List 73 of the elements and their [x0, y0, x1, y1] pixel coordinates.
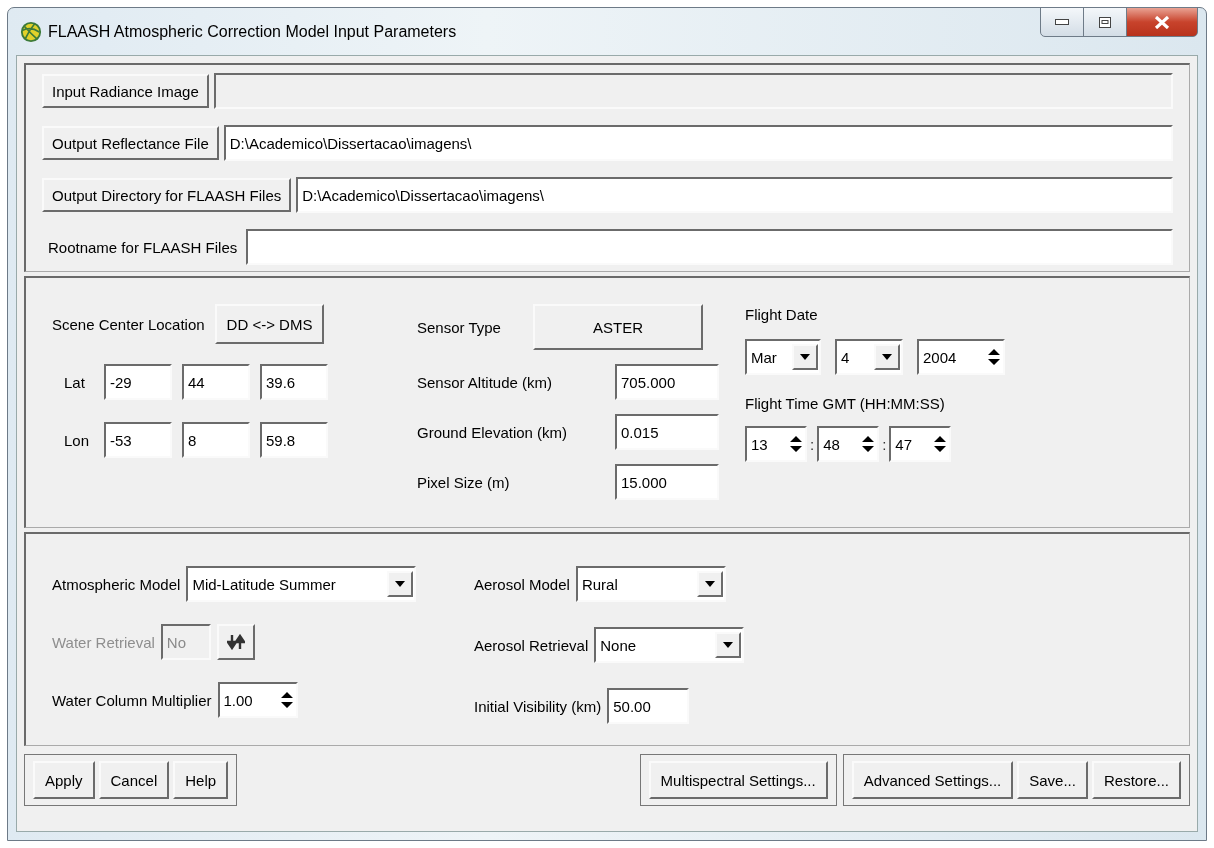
time-spinner[interactable]: 47: [889, 426, 952, 462]
field-label: Water Retrieval: [52, 633, 155, 651]
field-label: Scene Center Location: [52, 315, 205, 333]
field-label: Aerosol Retrieval: [474, 636, 589, 654]
number-field[interactable]: 0.015: [615, 414, 719, 450]
close-icon: [1154, 15, 1170, 29]
field-label: Sensor Type: [417, 318, 502, 336]
time-spinner[interactable]: 48: [817, 426, 880, 462]
coordinate-field[interactable]: 39.6: [260, 364, 328, 400]
time-separator: :: [810, 435, 815, 453]
field-label: Flight Date: [745, 306, 819, 323]
caret-icon[interactable]: [792, 344, 818, 370]
action-button[interactable]: Advanced Settings...: [851, 761, 1014, 799]
multiplier-spinner[interactable]: 1.00: [217, 682, 298, 718]
caret-icon[interactable]: [696, 571, 723, 597]
time-spinner[interactable]: 13: [745, 426, 807, 462]
minimize-icon: [1055, 19, 1069, 25]
number-field[interactable]: 705.000: [615, 364, 719, 400]
action-button[interactable]: Cancel: [98, 761, 170, 799]
month-dropdown[interactable]: Mar: [745, 339, 821, 375]
format-toggle-button[interactable]: DD <-> DMS: [214, 304, 325, 344]
action-button[interactable]: Restore...: [1091, 761, 1181, 799]
field-label: Lon: [64, 431, 91, 449]
coordinate-field[interactable]: -53: [104, 422, 172, 458]
coordinate-field[interactable]: 8: [182, 422, 250, 458]
spin-arrows-icon[interactable]: [933, 434, 948, 454]
coordinate-field[interactable]: -29: [104, 364, 172, 400]
toggle-field: No: [160, 624, 211, 660]
year-spinner[interactable]: 2004: [917, 339, 1005, 375]
action-button[interactable]: Apply: [33, 761, 95, 799]
maximize-button[interactable]: [1083, 7, 1127, 37]
field-label: Flight Time GMT (HH:MM:SS): [745, 395, 946, 412]
field-label: Sensor Altitude (km): [417, 373, 553, 391]
spin-arrows-icon[interactable]: [987, 347, 1001, 367]
action-button[interactable]: Help: [173, 761, 229, 799]
model-dropdown[interactable]: Mid-Latitude Summer: [186, 566, 417, 602]
field-label: Rootname for FLAASH Files: [47, 238, 238, 256]
maximize-icon: [1099, 16, 1111, 28]
field-label: Lat: [64, 373, 86, 391]
spin-arrows-icon[interactable]: [279, 690, 294, 710]
field-label: Aerosol Model: [474, 575, 570, 593]
field-label: Pixel Size (m): [417, 473, 510, 491]
minimize-button[interactable]: [1040, 7, 1084, 37]
caret-icon[interactable]: [874, 344, 900, 370]
time-separator: :: [882, 435, 887, 453]
path-field[interactable]: D:\Academico\Dissertacao\imagens\: [223, 125, 1173, 161]
day-dropdown[interactable]: 4: [835, 339, 903, 375]
close-button[interactable]: [1126, 7, 1198, 37]
spin-arrows-icon[interactable]: [789, 434, 803, 454]
sensor-type-button[interactable]: ASTER: [533, 304, 703, 350]
field-label: Initial Visibility (km): [474, 697, 602, 715]
action-button[interactable]: Multispectral Settings...: [648, 761, 828, 799]
window-title: FLAASH Atmospheric Correction Model Input Parameters: [48, 22, 457, 41]
action-button[interactable]: Save...: [1017, 761, 1088, 799]
number-field[interactable]: 50.00: [607, 688, 690, 724]
caret-icon[interactable]: [387, 571, 414, 597]
spin-arrows-icon[interactable]: [861, 434, 876, 454]
coordinate-field[interactable]: 44: [182, 364, 250, 400]
caret-icon[interactable]: [715, 632, 742, 658]
toggle-button[interactable]: [216, 624, 255, 660]
field-label: Atmospheric Model: [52, 575, 181, 593]
coordinate-field[interactable]: 59.8: [260, 422, 328, 458]
file-button[interactable]: Output Reflectance File: [42, 126, 219, 160]
model-dropdown[interactable]: None: [594, 627, 745, 663]
swap-arrows-icon: [226, 634, 245, 650]
field-label: Ground Elevation (km): [417, 423, 568, 441]
path-field[interactable]: [246, 229, 1173, 265]
file-button[interactable]: Output Directory for FLAASH Files: [42, 178, 292, 212]
path-field[interactable]: D:\Academico\Dissertacao\imagens\: [296, 177, 1173, 213]
model-dropdown[interactable]: Rural: [575, 566, 726, 602]
globe-icon: [20, 20, 42, 43]
field-label: Water Column Multiplier: [52, 691, 212, 709]
number-field[interactable]: 15.000: [615, 464, 719, 500]
